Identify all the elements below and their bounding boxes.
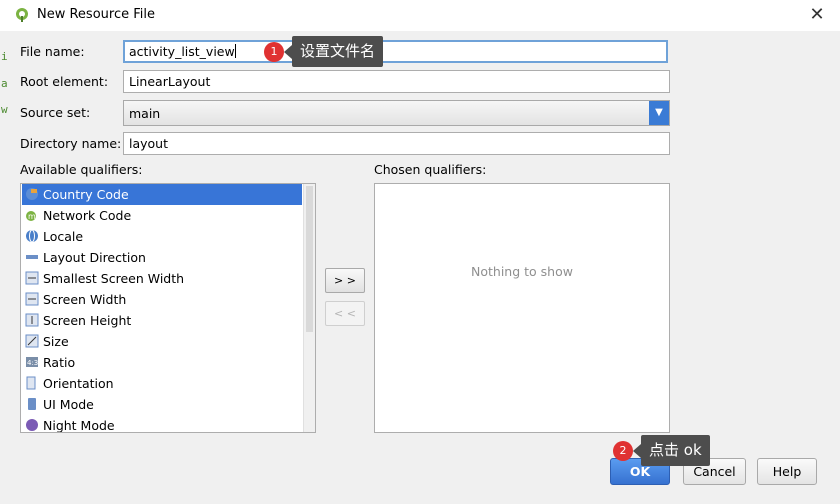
list-item-label: Locale	[43, 229, 84, 244]
network-icon: m	[26, 211, 36, 221]
close-icon[interactable]: ✕	[806, 4, 828, 26]
source-set-value: main	[129, 106, 161, 121]
editor-edge-text: i	[1, 50, 8, 63]
list-item[interactable]: Country Code	[22, 184, 302, 205]
screen-height-icon	[25, 313, 39, 327]
remove-qualifier-button[interactable]: < <	[325, 301, 365, 326]
file-name-input[interactable]: activity_list_view	[123, 40, 668, 63]
layout-direction-icon	[26, 255, 38, 259]
root-element-value: LinearLayout	[129, 74, 211, 89]
root-element-label: Root element:	[20, 74, 109, 89]
scrollbar-thumb[interactable]	[306, 186, 313, 332]
list-item-label: Smallest Screen Width	[43, 271, 185, 286]
help-button[interactable]: Help	[757, 458, 817, 485]
list-item-label: Network Code	[43, 208, 132, 223]
chosen-qualifiers-label: Chosen qualifiers:	[374, 162, 487, 177]
globe-icon	[26, 229, 38, 243]
list-item[interactable]: UI Mode	[22, 394, 302, 415]
list-item-label: Screen Width	[43, 292, 127, 307]
list-item-label: Screen Height	[43, 313, 132, 328]
list-item[interactable]: Layout Direction	[22, 247, 302, 268]
root-element-input[interactable]: LinearLayout	[123, 70, 670, 93]
add-qualifier-button[interactable]: > >	[325, 268, 365, 293]
source-set-select[interactable]: main ▼	[123, 100, 670, 126]
available-qualifiers-list[interactable]: Night Mode UI Mode Orientation 4:3 Ratio Size…	[20, 183, 316, 433]
svg-text:4:3: 4:3	[27, 359, 38, 367]
orientation-icon	[26, 376, 36, 390]
smallest-width-icon	[25, 271, 39, 285]
step-2-callout: 点击 ok	[633, 435, 710, 466]
svg-text:m: m	[28, 212, 36, 221]
step-1-callout: 设置文件名	[283, 36, 384, 67]
dialog-title: New Resource File	[37, 7, 155, 22]
list-item[interactable]: Screen Height	[22, 310, 302, 331]
list-item-label: Orientation	[43, 376, 114, 391]
list-item[interactable]: Orientation	[22, 373, 302, 394]
file-name-value: activity_list_view	[129, 44, 235, 59]
chevron-down-icon[interactable]: ▼	[649, 101, 669, 125]
step-1-badge: 1	[264, 42, 284, 62]
list-item[interactable]: 4:3 Ratio	[22, 352, 302, 373]
list-item[interactable]: Night Mode	[22, 415, 302, 433]
list-item-label: Night Mode	[43, 418, 115, 433]
list-item-label: Size	[43, 334, 69, 349]
directory-name-label: Directory name:	[20, 136, 122, 151]
directory-name-input[interactable]: layout	[123, 132, 670, 155]
size-icon	[25, 334, 39, 348]
list-item-label: Country Code	[43, 187, 129, 202]
editor-edge-text: w	[1, 103, 8, 116]
chosen-qualifiers-list[interactable]: Nothing to show	[374, 183, 670, 433]
title-bar: New Resource File ✕	[0, 0, 840, 31]
ui-mode-icon	[28, 398, 36, 410]
list-scrollbar[interactable]	[303, 184, 315, 432]
list-item-label: UI Mode	[43, 397, 94, 412]
list-item[interactable]: Locale	[22, 226, 302, 247]
android-studio-icon	[16, 8, 28, 22]
step-2-badge: 2	[613, 441, 633, 461]
globe-flag-icon	[26, 188, 38, 200]
available-qualifiers-label: Available qualifiers:	[20, 162, 143, 177]
editor-edge-text: a	[1, 77, 8, 90]
list-item[interactable]: Smallest Screen Width	[22, 268, 302, 289]
file-name-label: File name:	[20, 44, 85, 59]
source-set-label: Source set:	[20, 105, 91, 120]
list-item[interactable]: Size	[22, 331, 302, 352]
directory-name-value: layout	[129, 136, 169, 151]
empty-state-text: Nothing to show	[471, 264, 573, 279]
ratio-icon: 4:3	[26, 357, 38, 367]
text-caret	[234, 44, 236, 58]
list-item[interactable]: Screen Width	[22, 289, 302, 310]
list-item-label: Ratio	[43, 355, 76, 370]
list-item[interactable]: m Network Code	[22, 205, 302, 226]
list-item-label: Layout Direction	[43, 250, 146, 265]
night-mode-icon	[26, 419, 38, 431]
screen-width-icon	[25, 292, 39, 306]
